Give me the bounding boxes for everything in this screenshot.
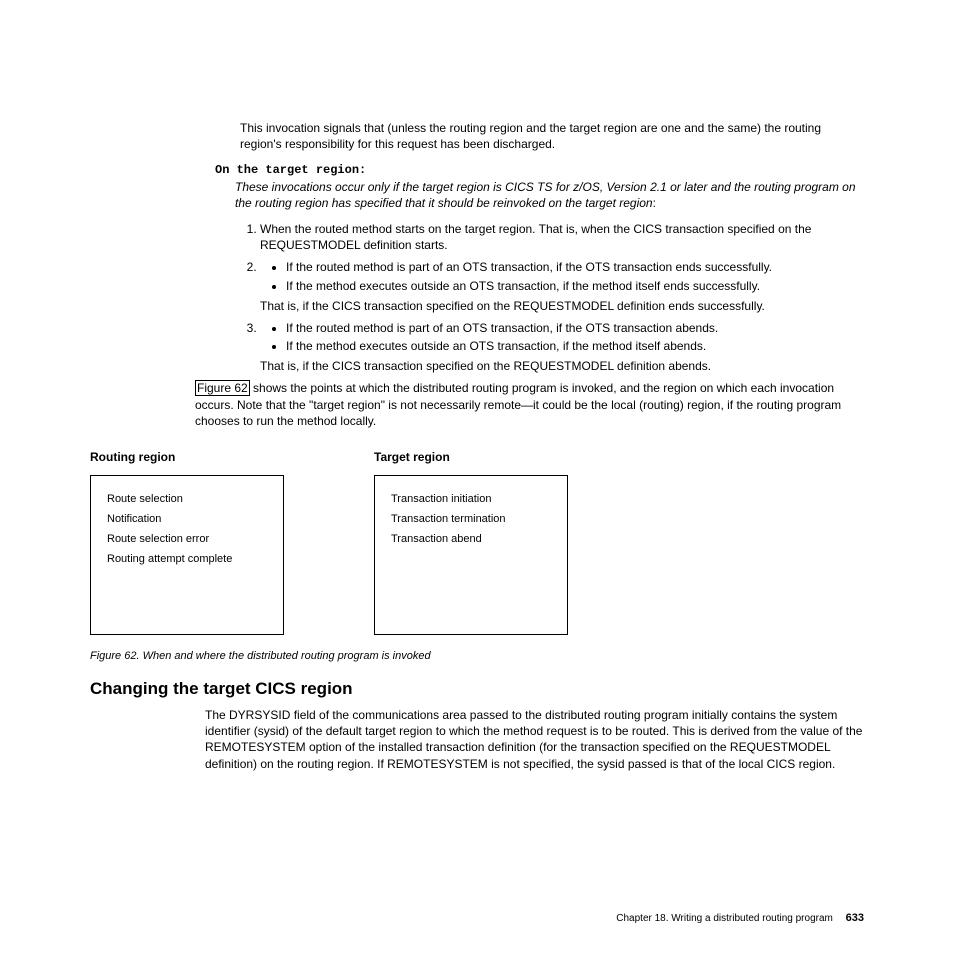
list-item-3: If the routed method is part of an OTS t… [260, 320, 864, 375]
figure-left-col: Routing region Route selection Notificat… [90, 449, 284, 635]
bullet: If the routed method is part of an OTS t… [286, 259, 864, 275]
page-content: This invocation signals that (unless the… [0, 0, 954, 822]
figure-ref-paragraph: Figure 62 shows the points at which the … [195, 380, 864, 429]
fig-item: Notification [107, 510, 267, 530]
routing-region-box: Route selection Notification Route selec… [90, 475, 284, 635]
target-region-block: On the target region: These invocations … [215, 162, 864, 211]
figure-caption: Figure 62. When and where the distribute… [90, 649, 864, 664]
bullet: If the method executes outside an OTS tr… [286, 338, 864, 354]
section-heading: Changing the target CICS region [90, 678, 864, 701]
intro-paragraph: This invocation signals that (unless the… [240, 120, 864, 152]
fig-item: Transaction termination [391, 510, 551, 530]
after-2: That is, if the CICS transaction specifi… [260, 298, 864, 314]
page-footer: Chapter 18. Writing a distributed routin… [616, 912, 864, 924]
target-intro: These invocations occur only if the targ… [235, 179, 864, 211]
bullet: If the method executes outside an OTS tr… [286, 278, 864, 294]
figure-ref-link[interactable]: Figure 62 [195, 380, 250, 396]
fig-item: Route selection error [107, 530, 267, 550]
target-region-box: Transaction initiation Transaction termi… [374, 475, 568, 635]
fig-item: Route selection [107, 490, 267, 510]
target-heading: On the target region: [215, 162, 864, 178]
fig-item: Transaction abend [391, 530, 551, 550]
list-item-2: If the routed method is part of an OTS t… [260, 259, 864, 314]
after-3: That is, if the CICS transaction specifi… [260, 358, 864, 374]
bullets-3: If the routed method is part of an OTS t… [276, 320, 864, 354]
numbered-list: When the routed method starts on the tar… [240, 221, 864, 375]
figure-right-col: Target region Transaction initiation Tra… [374, 449, 568, 635]
bullet: If the routed method is part of an OTS t… [286, 320, 864, 336]
routing-region-title: Routing region [90, 449, 284, 465]
fig-item: Routing attempt complete [107, 550, 267, 570]
target-region-title: Target region [374, 449, 568, 465]
fig-item: Transaction initiation [391, 490, 551, 510]
figure-62: Routing region Route selection Notificat… [90, 449, 864, 635]
footer-chapter: Chapter 18. Writing a distributed routin… [616, 913, 833, 924]
section-paragraph: The DYRSYSID field of the communications… [205, 707, 864, 772]
list-item-1: When the routed method starts on the tar… [260, 221, 864, 253]
footer-page-number: 633 [846, 912, 864, 924]
bullets-2: If the routed method is part of an OTS t… [276, 259, 864, 293]
